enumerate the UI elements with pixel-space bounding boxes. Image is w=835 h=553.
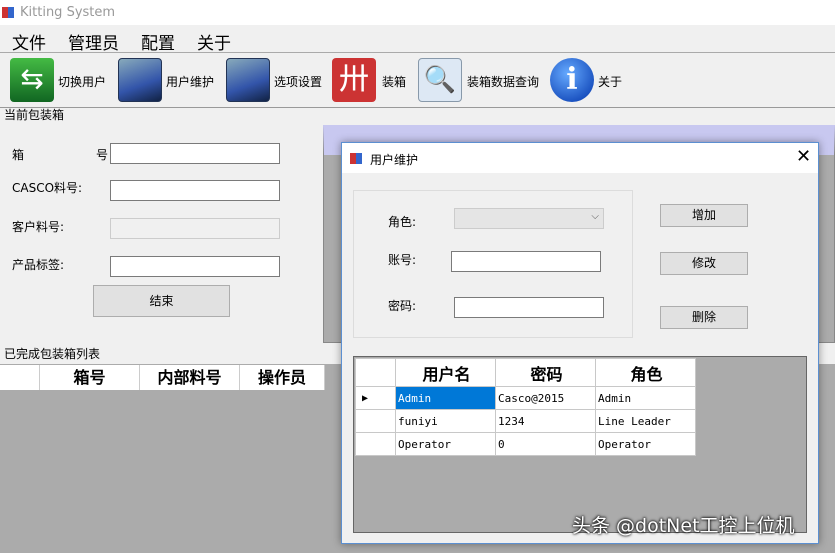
cell[interactable]: funiyi: [395, 409, 496, 433]
query-icon: 🔍: [418, 58, 462, 102]
table-row[interactable]: funiyi 1234 Line Leader: [355, 409, 696, 433]
cell[interactable]: Admin: [395, 386, 496, 410]
customer-input: [110, 218, 280, 239]
menu-bar: 文件 管理员 配置 关于: [0, 25, 835, 54]
grid-row-header: [0, 365, 40, 390]
customer-label: 客户料号:: [12, 220, 65, 234]
close-icon[interactable]: ✕: [796, 146, 811, 167]
row-header-cell: [355, 432, 396, 456]
cell[interactable]: Casco@2015: [495, 386, 596, 410]
cell[interactable]: Operator: [595, 432, 696, 456]
product-input[interactable]: [110, 256, 280, 277]
user-maintenance-dialog: 用户维护 ✕ 角色: ⌵ 账号: 密码: 增加 修改 删除 用户名 密码 角色 …: [341, 142, 819, 544]
current-box-group-title: 当前包装箱: [4, 108, 65, 122]
menu-config[interactable]: 配置: [141, 29, 175, 54]
column-password[interactable]: 密码: [495, 358, 596, 387]
column-username[interactable]: 用户名: [395, 358, 496, 387]
info-icon: i: [550, 58, 594, 102]
options-label: 选项设置: [274, 75, 323, 89]
account-input[interactable]: [451, 251, 601, 272]
menu-about[interactable]: 关于: [197, 29, 231, 54]
image-icon: [118, 58, 162, 102]
about-label: 关于: [598, 75, 623, 89]
cell[interactable]: 1234: [495, 409, 596, 433]
current-row-icon: ▶: [355, 386, 396, 410]
table-row[interactable]: Operator 0 Operator: [355, 432, 696, 456]
window-title: Kitting System: [20, 5, 116, 20]
column-operator[interactable]: 操作员: [240, 365, 325, 390]
box-label-2: 号: [96, 148, 109, 162]
cell[interactable]: Line Leader: [595, 409, 696, 433]
delete-button[interactable]: 删除: [660, 306, 748, 329]
column-role[interactable]: 角色: [595, 358, 696, 387]
account-label: 账号:: [388, 253, 417, 267]
chevron-down-icon: ⌵: [591, 211, 599, 222]
table-row[interactable]: ▶ Admin Casco@2015 Admin: [355, 386, 696, 410]
dialog-title-bar: 用户维护 ✕: [342, 143, 818, 173]
password-input[interactable]: [454, 297, 604, 318]
column-box-number[interactable]: 箱号: [40, 365, 140, 390]
modify-button[interactable]: 修改: [660, 252, 748, 275]
cell[interactable]: Admin: [595, 386, 696, 410]
app-icon: [2, 7, 14, 18]
menu-admin[interactable]: 管理员: [68, 29, 119, 54]
box-number-input[interactable]: [110, 143, 280, 164]
title-bar: Kitting System: [0, 0, 835, 25]
role-label: 角色:: [388, 215, 417, 229]
casco-input[interactable]: [110, 180, 280, 201]
switch-user-label: 切换用户: [58, 75, 107, 89]
image-icon: [226, 58, 270, 102]
dialog-icon: [350, 153, 362, 164]
finish-button[interactable]: 结束: [93, 285, 230, 317]
product-label: 产品标签:: [12, 258, 65, 272]
packing-label: 装箱: [382, 75, 407, 89]
packing-icon: 卅: [332, 58, 376, 102]
row-header: [355, 358, 396, 387]
watermark: 头条 @dotNet工控上位机: [572, 515, 795, 537]
casco-label: CASCO料号:: [12, 181, 83, 195]
completed-title: 已完成包装箱列表: [4, 347, 101, 361]
menu-file[interactable]: 文件: [12, 29, 46, 54]
user-table: 用户名 密码 角色 ▶ Admin Casco@2015 Admin funiy…: [355, 358, 696, 456]
password-label: 密码:: [388, 299, 417, 313]
cell[interactable]: 0: [495, 432, 596, 456]
toolbar: ⇆ 切换用户 用户维护 选项设置 卅 装箱 🔍 装箱数据查询 i 关于: [0, 54, 835, 108]
packing-query-label: 装箱数据查询: [467, 75, 540, 89]
dialog-title: 用户维护: [370, 153, 419, 167]
row-header-cell: [355, 409, 396, 433]
add-button[interactable]: 增加: [660, 204, 748, 227]
switch-user-icon: ⇆: [10, 58, 54, 102]
box-label: 箱: [12, 148, 25, 162]
role-select[interactable]: ⌵: [454, 208, 604, 229]
column-internal-part[interactable]: 内部料号: [140, 365, 240, 390]
user-maintenance-label: 用户维护: [166, 75, 215, 89]
cell[interactable]: Operator: [395, 432, 496, 456]
